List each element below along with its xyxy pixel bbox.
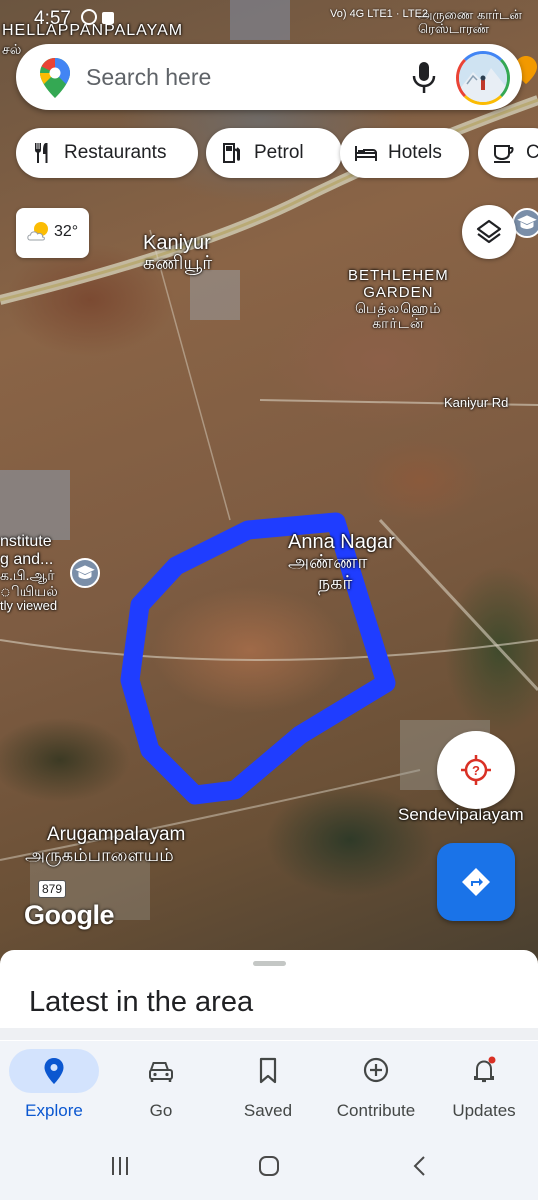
directions-icon — [462, 868, 490, 896]
bed-icon — [355, 146, 377, 161]
explore-pin-icon — [44, 1058, 64, 1084]
place-label-sendevipalayam: Sendevipalayam — [398, 805, 524, 824]
google-logo: Google — [24, 900, 115, 930]
partly-cloudy-icon — [27, 222, 48, 241]
plus-circle-icon — [363, 1057, 389, 1083]
search-bar[interactable]: Search here — [16, 44, 522, 110]
place-label-kaniyur: Kaniyur கணியூர் — [143, 232, 213, 274]
weather-widget[interactable]: 32° — [16, 208, 89, 258]
sheet-title: Latest in the area — [29, 986, 254, 1018]
chip-petrol[interactable]: Petrol — [206, 128, 342, 178]
back-icon[interactable] — [408, 1154, 432, 1178]
my-location-button[interactable]: ? — [437, 731, 515, 809]
bookmark-icon — [259, 1057, 277, 1084]
nav-explore[interactable]: Explore — [0, 1041, 108, 1134]
recent-apps-icon[interactable] — [108, 1154, 132, 1178]
sheet-drag-handle[interactable] — [253, 961, 286, 966]
nav-go[interactable]: Go — [107, 1041, 215, 1134]
bell-icon — [474, 1056, 496, 1083]
fuel-pump-icon — [223, 143, 240, 163]
location-unknown-icon: ? — [461, 755, 491, 785]
status-time: 4:57 — [34, 8, 71, 29]
school-pin-icon[interactable] — [70, 558, 100, 588]
avatar[interactable] — [456, 51, 510, 105]
place-label-bethlehem-garden: BETHLEHEM GARDEN பெத்லஹெம் கார்டன் — [348, 267, 449, 332]
category-chips: Restaurants Petrol Hotels C — [16, 128, 538, 178]
bottom-sheet[interactable]: Latest in the area — [0, 950, 538, 1045]
layers-icon — [476, 219, 502, 244]
chip-restaurants[interactable]: Restaurants — [16, 128, 198, 178]
car-icon — [149, 1062, 173, 1082]
layers-button[interactable] — [462, 205, 516, 259]
notification-icons — [80, 8, 120, 29]
microphone-icon[interactable] — [410, 62, 438, 94]
notification-icon — [81, 9, 114, 25]
system-navigation-bar — [0, 1134, 538, 1200]
place-label-institute[interactable]: nstitute g and... க.பி.ஆர் ியியல் tly vi… — [0, 533, 58, 613]
coffee-cup-icon — [494, 145, 514, 163]
search-input[interactable]: Search here — [86, 64, 211, 91]
nav-saved[interactable]: Saved — [214, 1041, 322, 1134]
road-label-kaniyur-rd: Kaniyur Rd — [444, 395, 509, 410]
status-bar: 4:57 Vo) 4G LTE1 · LTE2 — [0, 0, 538, 36]
avatar-photo-icon — [459, 54, 507, 102]
divider — [0, 1028, 538, 1040]
satellite-map[interactable]: HELLAPPANPALAYAM சல் அருணை கார்டன் ரெஸ்ட… — [0, 0, 538, 960]
place-label-tamil-topleft: சல் — [2, 41, 22, 57]
bottom-navigation: Explore Go Saved Contribute Updates — [0, 1041, 538, 1134]
nav-updates[interactable]: Updates — [430, 1041, 538, 1134]
home-icon[interactable] — [257, 1154, 281, 1178]
place-label-arugampalayam: Arugampalayam அருகம்பாளையம் — [25, 824, 186, 865]
chip-hotels[interactable]: Hotels — [340, 128, 469, 178]
directions-button[interactable] — [437, 843, 515, 921]
nav-contribute[interactable]: Contribute — [322, 1041, 430, 1134]
network-status: Vo) 4G LTE1 · LTE2 — [330, 8, 429, 20]
fork-knife-icon — [35, 143, 48, 163]
svg-text:?: ? — [472, 763, 480, 778]
chip-coffee[interactable]: C — [478, 128, 538, 178]
google-maps-logo-icon — [40, 58, 70, 98]
place-label-anna-nagar: Anna Nagar அண்ணா நகர் — [288, 531, 395, 594]
road-number-badge: 879 — [38, 880, 66, 898]
